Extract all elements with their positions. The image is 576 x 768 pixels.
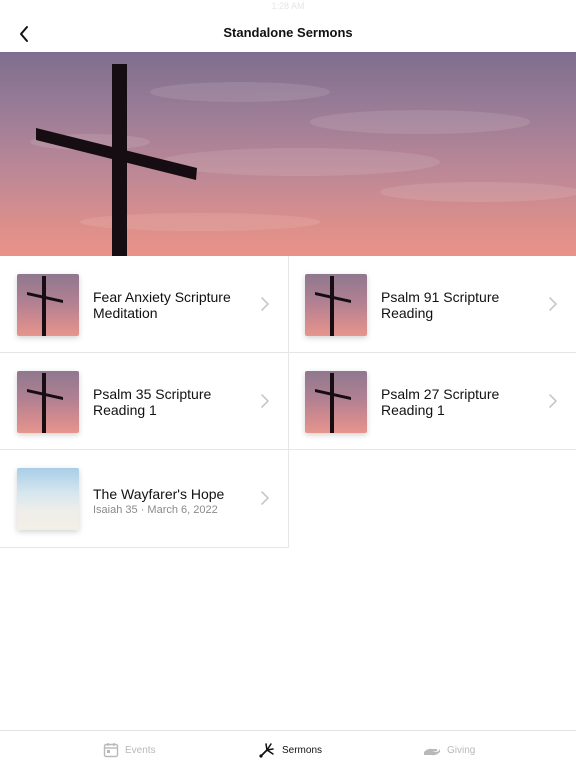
sermon-thumbnail <box>17 468 79 530</box>
chevron-right-icon <box>261 297 269 311</box>
status-bar: 1:28 AM <box>0 0 576 14</box>
chevron-right-icon <box>549 394 557 408</box>
tab-sermons-label: Sermons <box>282 744 323 756</box>
tab-events[interactable]: Events <box>103 731 156 768</box>
hero-image <box>0 52 576 256</box>
sermons-icon <box>259 743 274 758</box>
navigation-bar: Standalone Sermons <box>0 14 576 52</box>
sermon-item[interactable]: Psalm 27 Scripture Reading 1 <box>289 353 576 450</box>
sermon-title: Psalm 27 Scripture Reading 1 <box>381 386 500 418</box>
sermon-title: Psalm 35 Scripture Reading 1 <box>93 386 212 418</box>
sermon-title: Fear Anxiety Scripture Meditation <box>93 289 231 321</box>
sermon-title: Psalm 91 Scripture Reading <box>381 289 500 321</box>
calendar-icon <box>103 743 119 758</box>
sermon-thumbnail <box>17 371 79 433</box>
giving-hand-icon <box>424 748 440 756</box>
sermon-thumbnail <box>305 371 367 433</box>
sermon-item[interactable]: Psalm 35 Scripture Reading 1 <box>0 353 289 450</box>
tab-giving-label: Giving <box>447 744 476 756</box>
sermon-item[interactable]: Psalm 91 Scripture Reading <box>289 256 576 353</box>
tab-bar: Events Sermons Giving <box>0 730 576 768</box>
page-title: Standalone Sermons <box>223 25 353 40</box>
chevron-right-icon <box>261 491 269 505</box>
status-time: 1:28 AM <box>271 1 305 11</box>
sermon-thumbnail <box>17 274 79 336</box>
sermon-thumbnail <box>305 274 367 336</box>
chevron-right-icon <box>549 297 557 311</box>
sermon-item[interactable]: Fear Anxiety Scripture Meditation <box>0 256 289 353</box>
sermon-item[interactable]: The Wayfarer's Hope Isaiah 35 · March 6,… <box>0 450 289 548</box>
tab-events-label: Events <box>125 744 156 756</box>
tab-sermons[interactable]: Sermons <box>258 731 322 768</box>
tab-giving[interactable]: Giving <box>423 731 475 768</box>
sermon-grid: Fear Anxiety Scripture Meditation Psalm … <box>0 256 576 548</box>
sermon-subtitle: Isaiah 35 · March 6, 2022 <box>93 504 218 516</box>
chevron-right-icon <box>261 394 269 408</box>
sermon-title: The Wayfarer's Hope <box>93 486 225 502</box>
